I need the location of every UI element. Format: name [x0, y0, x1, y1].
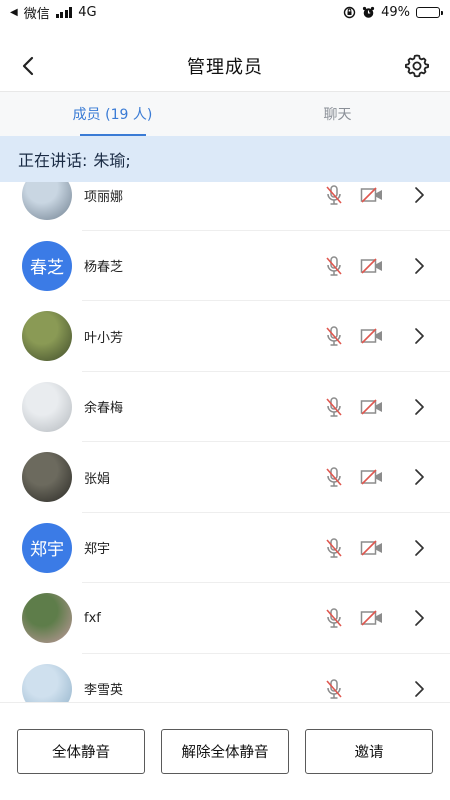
status-bar: ◀ 微信 4G 49%: [0, 0, 450, 24]
status-left: ◀ 微信 4G: [10, 3, 97, 22]
speaking-names: 朱瑜;: [93, 151, 131, 170]
member-row[interactable]: 李雪英: [0, 654, 450, 702]
chevron-right-icon[interactable]: [412, 327, 426, 345]
mic-muted-icon[interactable]: [323, 607, 345, 629]
member-row[interactable]: 叶小芳: [0, 301, 450, 372]
network-label: 4G: [78, 4, 97, 20]
unmute-all-button[interactable]: 解除全体静音: [161, 729, 289, 774]
member-name: 杨春芝: [84, 260, 124, 276]
settings-button[interactable]: [402, 51, 432, 81]
bottom-action-bar: 全体静音 解除全体静音 邀请: [0, 702, 450, 800]
member-row[interactable]: 余春梅: [0, 372, 450, 443]
member-name: fxf: [84, 610, 101, 626]
gear-icon: [405, 54, 429, 78]
chevron-right-icon[interactable]: [412, 257, 426, 275]
tab-chat[interactable]: 聊天: [225, 92, 450, 136]
orientation-lock-icon: [343, 6, 356, 18]
chevron-right-icon[interactable]: [412, 539, 426, 557]
avatar: [22, 182, 72, 221]
signal-icon: [55, 6, 73, 18]
mic-muted-icon[interactable]: [323, 325, 345, 347]
avatar: 春芝: [22, 240, 72, 291]
mic-muted-icon[interactable]: [323, 678, 345, 700]
chevron-right-icon[interactable]: [412, 680, 426, 698]
speaking-banner: 正在讲话: 朱瑜;: [0, 136, 450, 182]
member-name: 郑宇: [84, 542, 111, 558]
mic-muted-icon[interactable]: [323, 255, 345, 277]
avatar: [22, 311, 72, 362]
mic-muted-icon[interactable]: [323, 537, 345, 559]
member-name: 张娟: [84, 471, 111, 487]
member-name: 叶小芳: [84, 330, 124, 346]
camera-off-icon[interactable]: [360, 539, 384, 557]
status-right: 49%: [343, 4, 443, 20]
invite-button[interactable]: 邀请: [305, 729, 433, 774]
camera-off-icon[interactable]: [360, 609, 384, 627]
mic-muted-icon[interactable]: [323, 396, 345, 418]
member-name: 李雪英: [84, 683, 124, 699]
member-row[interactable]: 郑宇 郑宇: [0, 513, 450, 584]
chevron-left-icon: [22, 56, 34, 76]
member-list[interactable]: 项丽娜春芝 杨春芝叶小芳余春梅张娟郑宇 郑宇 fxf 李雪英: [0, 182, 450, 702]
page-title: 管理成员: [187, 56, 263, 78]
speaking-label: 正在讲话:: [18, 151, 88, 170]
battery-icon: [416, 6, 443, 18]
avatar: 郑宇: [22, 522, 72, 573]
tab-members[interactable]: 成员 (19 人): [0, 92, 225, 136]
chevron-right-icon[interactable]: [412, 468, 426, 486]
tab-bar: 成员 (19 人) 聊天: [0, 92, 450, 136]
member-list-inner: 项丽娜春芝 杨春芝叶小芳余春梅张娟郑宇 郑宇 fxf 李雪英: [0, 182, 450, 702]
camera-off-icon[interactable]: [360, 327, 384, 345]
mic-muted-icon[interactable]: [323, 184, 345, 206]
camera-off-icon[interactable]: [360, 257, 384, 275]
camera-off-icon[interactable]: [360, 398, 384, 416]
chevron-right-icon[interactable]: [412, 609, 426, 627]
member-name: 余春梅: [84, 401, 124, 417]
avatar: [22, 663, 72, 702]
member-row[interactable]: 春芝 杨春芝: [0, 231, 450, 302]
avatar: [22, 593, 72, 644]
member-row[interactable]: 项丽娜: [0, 182, 450, 231]
chevron-right-icon[interactable]: [412, 186, 426, 204]
nav-bar: 管理成员: [0, 40, 450, 92]
chevron-right-icon[interactable]: [412, 398, 426, 416]
member-name: 项丽娜: [84, 189, 124, 205]
back-button[interactable]: [12, 50, 44, 82]
member-row[interactable]: 张娟: [0, 442, 450, 513]
avatar: [22, 381, 72, 432]
member-row[interactable]: fxf: [0, 583, 450, 654]
battery-percent: 49%: [381, 4, 410, 20]
avatar: [22, 452, 72, 503]
mic-muted-icon[interactable]: [323, 466, 345, 488]
camera-off-icon[interactable]: [360, 186, 384, 204]
alarm-icon: [362, 6, 375, 18]
back-app-label[interactable]: 微信: [24, 3, 50, 22]
camera-off-icon[interactable]: [360, 468, 384, 486]
back-arrow-icon[interactable]: ◀: [10, 7, 18, 18]
mute-all-button[interactable]: 全体静音: [17, 729, 145, 774]
